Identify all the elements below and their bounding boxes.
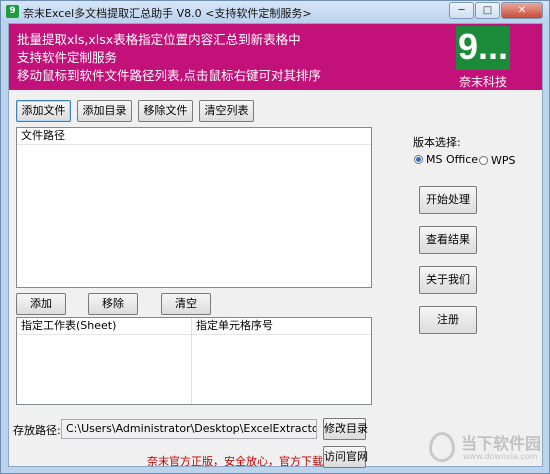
- app-icon: 9: [6, 5, 19, 18]
- view-results-button[interactable]: 查看结果: [419, 226, 477, 254]
- window-controls: ─ □ ✕: [448, 2, 543, 20]
- maximize-button[interactable]: □: [475, 2, 500, 19]
- watermark: 当下软件园 www.downxia.com: [429, 428, 541, 468]
- banner-line-1: 批量提取xls,xlsx表格指定位置内容汇总到新表格中: [17, 32, 301, 47]
- clear-sheet-button[interactable]: 清空: [161, 293, 211, 315]
- banner: 批量提取xls,xlsx表格指定位置内容汇总到新表格中 支持软件定制服务 移动鼠…: [9, 24, 542, 90]
- watermark-logo-icon: [429, 432, 455, 462]
- version-label: 版本选择:: [413, 136, 461, 149]
- start-processing-button[interactable]: 开始处理: [419, 186, 477, 214]
- output-path-field: C:\Users\Administrator\Desktop\ExcelExtr…: [61, 419, 317, 439]
- file-path-list[interactable]: 文件路径: [16, 127, 372, 288]
- logo-mark: 9...: [456, 26, 510, 70]
- ms-office-radio[interactable]: [414, 155, 423, 164]
- app-window: 9 奈末Excel多文档提取汇总助手 V8.0 <支持软件定制服务> ─ □ ✕…: [0, 0, 550, 474]
- remove-sheet-button[interactable]: 移除: [88, 293, 138, 315]
- banner-line-3: 移动鼠标到软件文件路径列表,点击鼠标右键可对其排序: [17, 68, 321, 83]
- ms-office-label[interactable]: MS Office: [426, 153, 478, 166]
- add-file-button[interactable]: 添加文件: [16, 100, 71, 122]
- official-download-notice: 奈末官方正版，安全放心，官方下载-->>: [147, 455, 350, 468]
- title-bar[interactable]: 9 奈末Excel多文档提取汇总助手 V8.0 <支持软件定制服务> ─ □ ✕: [1, 1, 549, 23]
- close-button[interactable]: ✕: [501, 2, 543, 19]
- column-separator: [191, 318, 192, 404]
- wps-label[interactable]: WPS: [491, 154, 516, 167]
- wps-radio[interactable]: [479, 156, 488, 165]
- file-path-column-header[interactable]: 文件路径: [17, 128, 371, 145]
- visit-website-button[interactable]: 访问官网: [323, 446, 368, 468]
- client-area: 批量提取xls,xlsx表格指定位置内容汇总到新表格中 支持软件定制服务 移动鼠…: [8, 23, 543, 468]
- watermark-url: www.downxia.com: [463, 452, 538, 461]
- clear-list-button[interactable]: 清空列表: [199, 100, 254, 122]
- modify-directory-button[interactable]: 修改目录: [323, 418, 368, 440]
- sheet-cell-list[interactable]: 指定工作表(Sheet) 指定单元格序号: [16, 317, 372, 405]
- cell-column-header[interactable]: 指定单元格序号: [192, 318, 371, 335]
- company-logo: 9... 奈末科技: [456, 26, 510, 89]
- output-path-label: 存放路径:: [13, 424, 61, 437]
- window-title: 奈末Excel多文档提取汇总助手 V8.0 <支持软件定制服务>: [23, 7, 312, 20]
- about-us-button[interactable]: 关于我们: [419, 266, 477, 294]
- remove-file-button[interactable]: 移除文件: [138, 100, 193, 122]
- add-sheet-button[interactable]: 添加: [16, 293, 66, 315]
- logo-text: 奈末科技: [458, 75, 507, 89]
- watermark-title: 当下软件园: [461, 434, 542, 453]
- add-directory-button[interactable]: 添加目录: [77, 100, 132, 122]
- banner-line-2: 支持软件定制服务: [17, 50, 118, 65]
- sheet-column-header[interactable]: 指定工作表(Sheet): [17, 318, 192, 335]
- minimize-button[interactable]: ─: [449, 2, 474, 19]
- register-button[interactable]: 注册: [419, 306, 477, 334]
